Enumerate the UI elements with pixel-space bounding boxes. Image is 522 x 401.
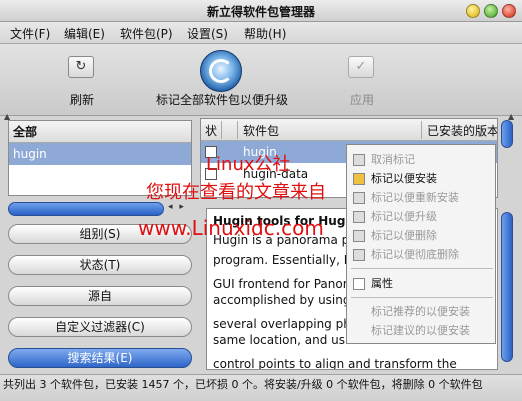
description-line: control points to align and transform th… xyxy=(213,357,457,370)
menu-file[interactable]: 文件(F) xyxy=(10,25,50,42)
menu-item-mark-install[interactable]: 标记以便安装 xyxy=(347,170,497,188)
upgrade-all-icon xyxy=(200,50,242,92)
menu-help[interactable]: 帮助(H) xyxy=(244,25,286,42)
menu-item-mark-reinstall[interactable]: 标记以便重新安装 xyxy=(347,189,497,207)
remove-icon xyxy=(353,230,365,242)
purge-icon xyxy=(353,249,365,261)
column-status[interactable]: 状 xyxy=(205,122,217,139)
menu-item-mark-suggested[interactable]: 标记建议的以便安装 xyxy=(347,322,497,340)
package-table-header: 状 软件包 已安装的版本 xyxy=(201,119,497,141)
menu-package[interactable]: 软件包(P) xyxy=(120,25,173,42)
unmark-icon xyxy=(353,154,365,166)
custom-filters-button[interactable]: 自定义过滤器(C) xyxy=(8,317,192,337)
scrollbar-thumb[interactable] xyxy=(501,120,513,148)
properties-icon xyxy=(353,278,365,290)
upgrade-icon xyxy=(353,211,365,223)
description-scrollbar[interactable] xyxy=(500,208,514,370)
install-icon xyxy=(353,173,365,185)
context-menu: 取消标记 标记以便安装 标记以便重新安装 标记以便升级 标记以便删除 标记以便彻… xyxy=(346,144,496,344)
menu-settings[interactable]: 设置(S) xyxy=(187,25,228,42)
refresh-label: 刷新 xyxy=(70,93,95,107)
watermark-text: Linux公社 xyxy=(206,154,291,175)
maximize-button[interactable] xyxy=(484,4,498,18)
package-table-scrollbar[interactable] xyxy=(500,118,514,198)
menu-edit[interactable]: 编辑(E) xyxy=(64,25,105,42)
group-list-scrollbar[interactable]: ◂ ▸ xyxy=(8,202,192,216)
watermark-text: 您现在查看的文章来自 xyxy=(146,182,326,203)
filter-pane: 全部 hugin ◂ ▸ 组别(S) 状态(T) 源自 自定义过滤器(C) 搜索… xyxy=(0,116,200,372)
menu-item-mark-recommended[interactable]: 标记推荐的以便安装 xyxy=(347,303,497,321)
scrollbar-thumb[interactable] xyxy=(8,202,164,216)
reinstall-icon xyxy=(353,192,365,204)
menu-bar: 文件(F) 编辑(E) 软件包(P) 设置(S) 帮助(H) xyxy=(0,22,522,44)
column-installed-version[interactable]: 已安装的版本 xyxy=(427,122,497,139)
search-results-button[interactable]: 搜索结果(E) xyxy=(8,348,192,368)
window-title: 新立得软件包管理器 xyxy=(206,5,315,19)
checkmark-icon: ✓ xyxy=(348,56,374,78)
group-item-hugin[interactable]: hugin xyxy=(9,143,191,165)
watermark-text: www.Linuxidc.com xyxy=(138,216,324,240)
mark-all-label: 标记全部软件包以便升级 xyxy=(156,93,289,107)
group-list-header[interactable]: 全部 xyxy=(9,121,191,143)
menu-item-mark-remove[interactable]: 标记以便删除 xyxy=(347,227,497,245)
status-button[interactable]: 状态(T) xyxy=(8,255,192,275)
menu-item-mark-upgrade[interactable]: 标记以便升级 xyxy=(347,208,497,226)
toolbar: ↻ 刷新 标记全部软件包以便升级 ✓ 应用 ▲ ▲ xyxy=(0,44,522,121)
menu-item-unmark[interactable]: 取消标记 xyxy=(347,151,497,169)
origin-button[interactable]: 源自 xyxy=(8,286,192,306)
apply-label: 应用 xyxy=(350,93,375,107)
column-package[interactable]: 软件包 xyxy=(243,122,279,139)
minimize-button[interactable] xyxy=(466,4,480,18)
close-button[interactable] xyxy=(502,4,516,18)
scrollbar-thumb[interactable] xyxy=(501,212,513,362)
refresh-icon: ↻ xyxy=(68,56,94,78)
menu-item-mark-purge[interactable]: 标记以便彻底删除 xyxy=(347,246,497,264)
title-bar: 新立得软件包管理器 xyxy=(0,0,522,22)
status-bar: 共列出 3 个软件包，已安装 1457 个，已坏损 0 个。将安装/升级 0 个… xyxy=(0,374,522,401)
menu-item-properties[interactable]: 属性 xyxy=(347,275,497,293)
